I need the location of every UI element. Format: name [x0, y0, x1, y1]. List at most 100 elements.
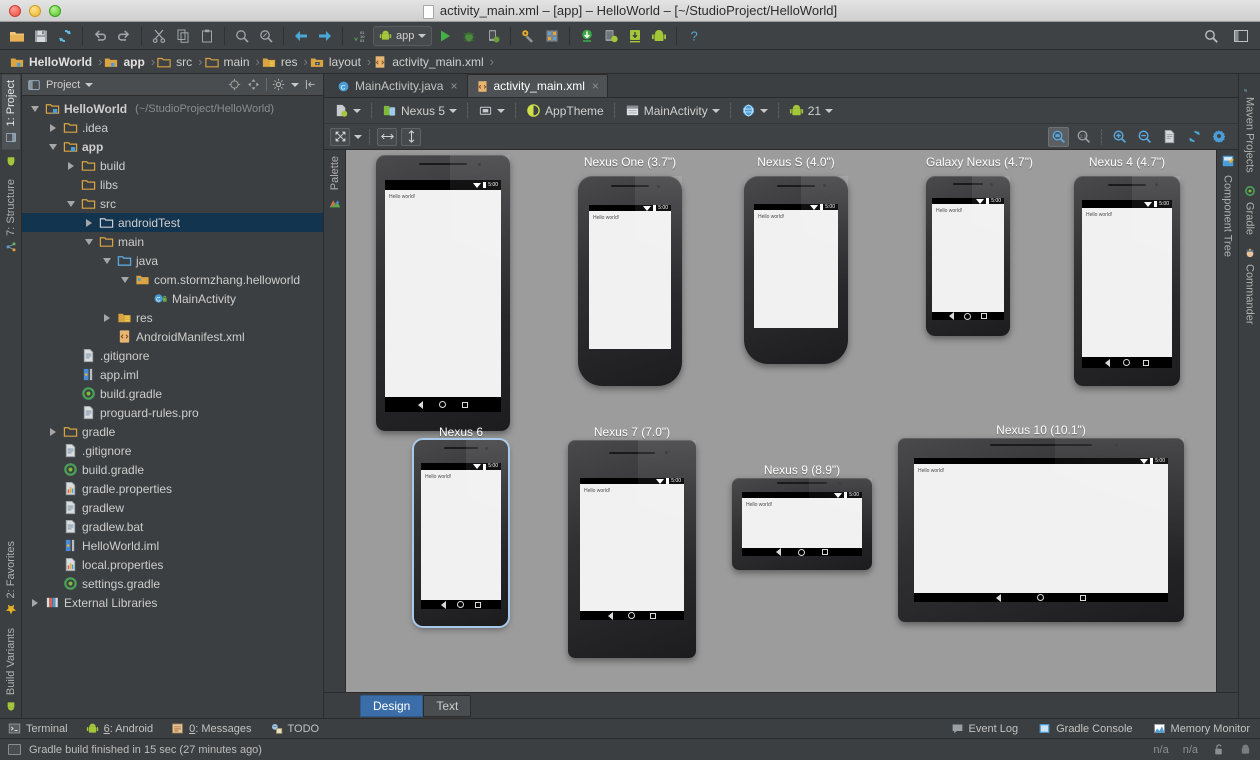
find-icon[interactable] — [231, 25, 253, 47]
fit-height-icon[interactable] — [401, 128, 421, 146]
tool-window-todo[interactable]: TODO — [270, 722, 320, 735]
tree-node[interactable]: gradle — [22, 422, 323, 441]
home-nav-icon[interactable] — [798, 549, 805, 556]
tree-node[interactable]: build — [22, 156, 323, 175]
save-all-icon[interactable] — [30, 25, 52, 47]
hide-panel-icon[interactable] — [304, 78, 318, 92]
device-selector[interactable]: Nexus 5 — [378, 101, 461, 121]
chevron-down-icon[interactable] — [85, 83, 93, 87]
tree-node[interactable]: CMainActivity — [22, 289, 323, 308]
tree-node[interactable]: com.stormzhang.helloworld — [22, 270, 323, 289]
tree-node[interactable]: src — [22, 194, 323, 213]
replace-icon[interactable] — [255, 25, 277, 47]
locale-selector[interactable] — [737, 101, 772, 121]
chevron-right-icon[interactable] — [82, 216, 95, 229]
tree-node[interactable]: settings.gradle — [22, 574, 323, 593]
compile-icon[interactable]: 011001 — [349, 25, 371, 47]
device-preview[interactable]: Nexus 7 (7.0")5:00Hello world! — [568, 150, 696, 692]
tab-mainactivity-java[interactable]: C MainActivity.java × — [328, 74, 467, 97]
sidebar-item-maven-projects[interactable]: m Maven Projects — [1241, 74, 1259, 179]
tree-node[interactable]: java — [22, 251, 323, 270]
tree-node[interactable]: .idea — [22, 118, 323, 137]
tree-node[interactable]: HelloWorld(~/StudioProject/HelloWorld) — [22, 99, 323, 118]
home-nav-icon[interactable] — [628, 612, 635, 619]
unlock-icon[interactable] — [1212, 743, 1225, 756]
sdk-manager-icon[interactable] — [517, 25, 539, 47]
tree-node[interactable]: build.gradle — [22, 460, 323, 479]
chevron-down-icon[interactable] — [28, 102, 41, 115]
android-icon[interactable] — [648, 25, 670, 47]
device-screen[interactable]: 5:00Hello world! — [580, 478, 684, 620]
zoom-out-icon[interactable] — [1134, 127, 1155, 147]
settings-gear-icon[interactable] — [272, 78, 286, 92]
recents-nav-icon[interactable] — [822, 549, 828, 555]
zoom-in-icon[interactable] — [1109, 127, 1130, 147]
avd-manager-icon[interactable] — [541, 25, 563, 47]
chevron-down-icon[interactable] — [100, 254, 113, 267]
tool-window-terminal[interactable]: Terminal — [8, 722, 68, 735]
breadcrumb-item-main[interactable]: main — [203, 50, 256, 74]
api-level-selector[interactable]: 21 — [785, 101, 837, 121]
breadcrumb-item-src[interactable]: src — [155, 50, 198, 74]
fit-width-icon[interactable] — [377, 128, 397, 146]
recents-nav-icon[interactable] — [650, 613, 656, 619]
layout-preview-canvas[interactable]: 5:00Hello world!Nexus One (3.7")5:00Hell… — [346, 150, 1216, 692]
chevron-right-icon[interactable] — [100, 311, 113, 324]
locate-icon[interactable] — [228, 78, 242, 92]
run-configuration-selector[interactable]: app — [373, 26, 432, 46]
chevron-right-icon[interactable] — [46, 121, 59, 134]
tree-node[interactable]: androidTest — [22, 213, 323, 232]
breadcrumb-item-res[interactable]: res — [260, 50, 304, 74]
run-icon[interactable] — [434, 25, 456, 47]
attach-debugger-icon[interactable] — [482, 25, 504, 47]
project-tree[interactable]: HelloWorld(~/StudioProject/HelloWorld).i… — [22, 96, 323, 718]
chevron-down-icon[interactable] — [64, 197, 77, 210]
settings-gear-icon[interactable] — [1209, 127, 1230, 147]
sidebar-item-project[interactable]: 1: Project — [2, 74, 20, 149]
tree-node[interactable]: app.iml — [22, 365, 323, 384]
tree-node[interactable]: main — [22, 232, 323, 251]
tool-window-memory-monitor[interactable]: Memory Monitor — [1153, 722, 1250, 735]
paste-icon[interactable] — [196, 25, 218, 47]
layout-switch-icon[interactable] — [1230, 25, 1252, 47]
orientation-selector[interactable] — [474, 101, 509, 121]
chevron-down-icon[interactable] — [46, 140, 59, 153]
back-nav-icon[interactable] — [776, 548, 781, 556]
help-icon[interactable]: ? — [683, 25, 705, 47]
breadcrumb-item-helloworld[interactable]: HelloWorld — [8, 50, 98, 74]
debug-icon[interactable] — [458, 25, 480, 47]
chevron-right-icon[interactable] — [28, 596, 41, 609]
zoom-to-fit-icon[interactable] — [1048, 127, 1069, 147]
cut-icon[interactable] — [148, 25, 170, 47]
chevron-right-icon[interactable] — [46, 425, 59, 438]
expand-collapse-icon[interactable] — [247, 78, 261, 92]
device-screen[interactable]: 5:00Hello world! — [914, 458, 1168, 602]
sidebar-item-favorites[interactable]: 2: Favorites — [2, 535, 20, 621]
breadcrumb-item-layout[interactable]: layout — [308, 50, 367, 74]
home-nav-icon[interactable] — [457, 601, 464, 608]
device-config-selector[interactable] — [330, 101, 365, 121]
back-nav-icon[interactable] — [441, 601, 446, 609]
tool-window-android[interactable]: 6: Android — [86, 722, 154, 735]
refresh-icon[interactable] — [1184, 127, 1205, 147]
tree-node[interactable]: .gitignore — [22, 346, 323, 365]
redo-icon[interactable] — [113, 25, 135, 47]
chevron-down-icon[interactable] — [354, 135, 362, 139]
tab-design[interactable]: Design — [360, 695, 423, 717]
palette-toggle[interactable]: Palette — [327, 154, 343, 192]
vcs-update-icon[interactable] — [576, 25, 598, 47]
status-window-icon[interactable] — [8, 744, 21, 755]
tab-activity-main-xml[interactable]: activity_main.xml × — [467, 74, 608, 97]
activity-selector[interactable]: MainActivity — [621, 101, 724, 121]
tree-node[interactable]: HelloWorld.iml — [22, 536, 323, 555]
tree-node[interactable]: local.properties — [22, 555, 323, 574]
chevron-down-icon[interactable] — [118, 273, 131, 286]
tree-node[interactable]: proguard-rules.pro — [22, 403, 323, 422]
device-preview[interactable]: Nexus 10 (10.1")5:00Hello world! — [898, 150, 1184, 692]
back-nav-icon[interactable] — [996, 594, 1001, 602]
close-icon[interactable]: × — [592, 79, 599, 93]
sidebar-item-build-variants[interactable]: Build Variants — [2, 622, 20, 718]
tree-node[interactable]: app — [22, 137, 323, 156]
tree-node[interactable]: .gitignore — [22, 441, 323, 460]
preview-all-icon[interactable] — [330, 128, 350, 146]
